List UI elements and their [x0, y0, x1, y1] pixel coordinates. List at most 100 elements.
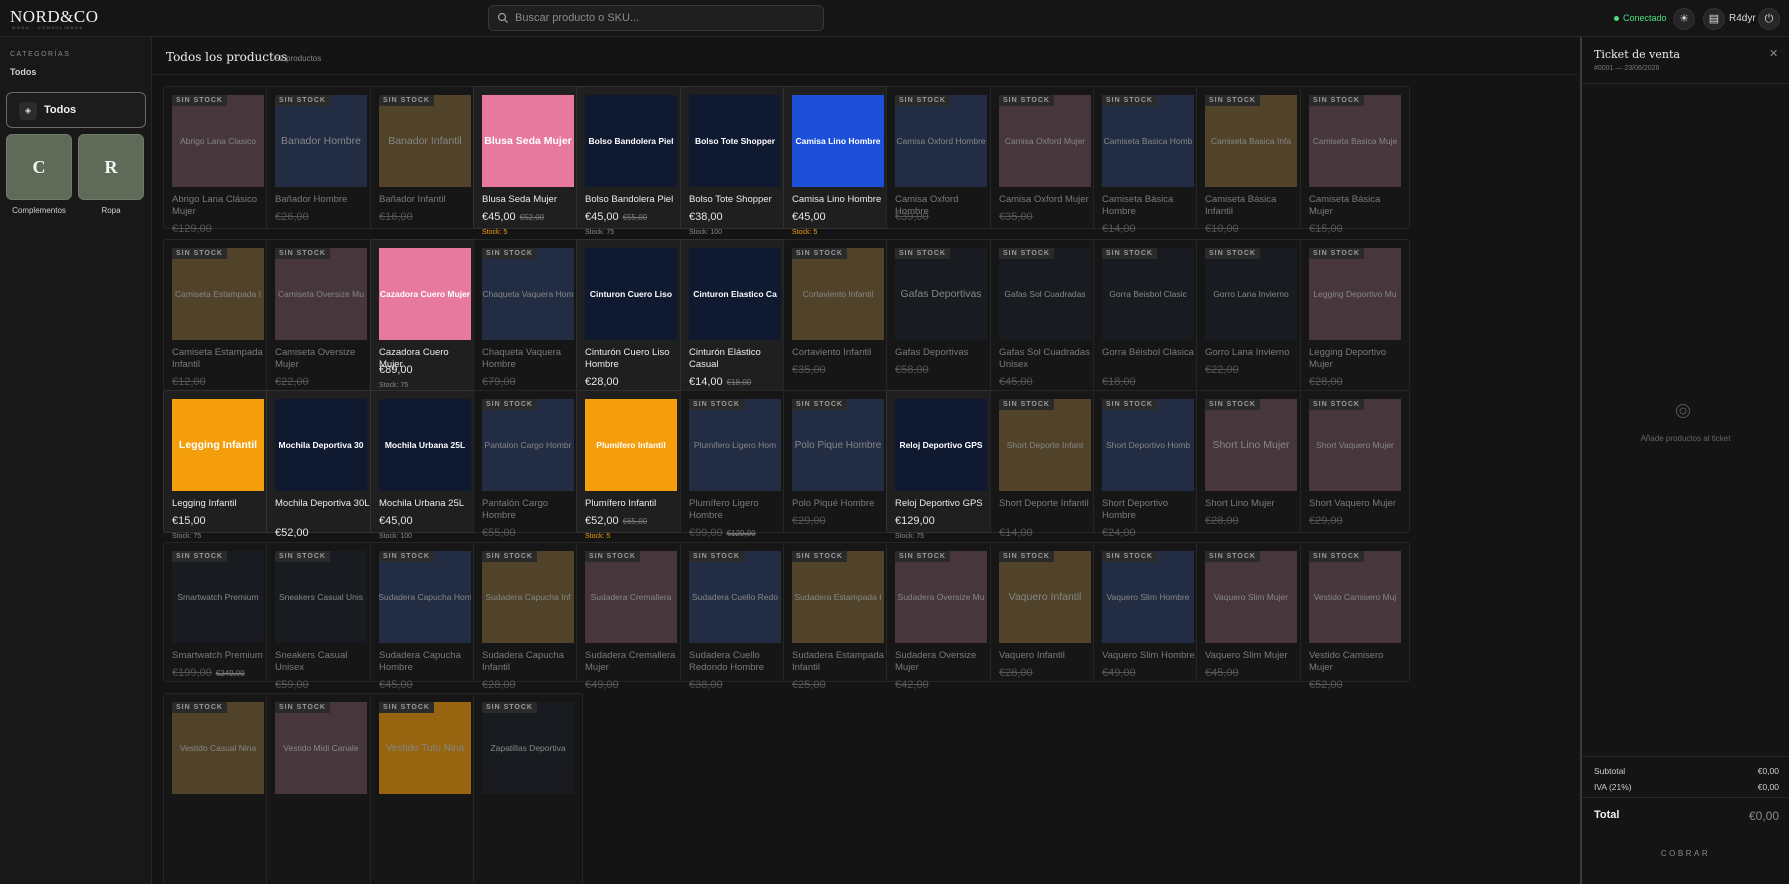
original-price: €52,00 [519, 213, 545, 222]
product-card[interactable]: Mochila Urbana 25L Mochila Urbana 25L €45,… [370, 390, 480, 540]
product-card[interactable]: Sudadera Cremallera SIN STOCK Sudadera Cre… [576, 542, 686, 691]
out-of-stock-badge: SIN STOCK [379, 95, 434, 106]
product-card[interactable]: Pantalon Cargo Hombr SIN STOCK Pantalón Ca… [473, 390, 583, 539]
category-complementos[interactable]: C Complementos [6, 134, 72, 222]
out-of-stock-badge: SIN STOCK [482, 248, 537, 259]
clipboard-button[interactable]: ▤ [1703, 8, 1725, 30]
product-image: Gorro Lana Invierno [1205, 248, 1297, 340]
product-card[interactable]: Cortaviento Infantil SIN STOCK Cortaviento… [783, 239, 893, 392]
product-card[interactable]: Short Deportivo Homb SIN STOCK Short Depor… [1093, 390, 1203, 539]
product-card[interactable]: Sudadera Oversize Mu SIN STOCK Sudadera Ov… [886, 542, 996, 691]
product-card[interactable]: Vestido Casual Nina SIN STOCK [163, 693, 273, 884]
product-image: Camisa Lino Hombre [792, 95, 884, 187]
product-card[interactable]: Camiseta Basica Muje SIN STOCK Camiseta Bá… [1300, 86, 1410, 235]
price-value: €52,00 [585, 515, 619, 527]
product-card[interactable]: Vaquero Slim Mujer SIN STOCK Vaquero Slim … [1196, 542, 1306, 682]
product-card[interactable]: Bolso Tote Shopper Bolso Tote Shopper €38,… [680, 86, 790, 236]
product-price: €199,00 €249,00 [172, 667, 245, 679]
stock-level: Stock: 5 [585, 533, 611, 540]
category-thumbnail: C [6, 134, 72, 200]
product-image: Banador Hombre [275, 95, 367, 187]
price-value: €12,00 [172, 376, 206, 388]
product-price: €45,00 [999, 376, 1033, 388]
product-card[interactable]: Banador Infantil SIN STOCK Bañador Infanti… [370, 86, 480, 229]
product-card[interactable]: Gafas Deportivas SIN STOCK Gafas Deportiva… [886, 239, 996, 392]
close-icon[interactable]: ✕ [1769, 47, 1778, 60]
product-card[interactable]: Sneakers Casual Unis SIN STOCK Sneakers Ca… [266, 542, 376, 691]
product-card[interactable]: Vestido Tutu Nina SIN STOCK [370, 693, 480, 884]
sales-ticket-panel: Ticket de venta #0001 — 23/06/2026 ✕ Aña… [1580, 37, 1789, 884]
product-card[interactable]: Short Lino Mujer SIN STOCK Short Lino Muje… [1196, 390, 1306, 533]
product-card[interactable]: Vestido Camisero Muj SIN STOCK Vestido Cam… [1300, 542, 1410, 691]
product-card[interactable]: Sudadera Cuello Redo SIN STOCK Sudadera Cu… [680, 542, 790, 691]
product-card[interactable]: Plumifero Ligero Hom SIN STOCK Plumífero L… [680, 390, 790, 539]
product-image: Camiseta Basica Homb [1102, 95, 1194, 187]
product-card[interactable]: Legging Deportivo Mu SIN STOCK Legging Dep… [1300, 239, 1410, 392]
product-card[interactable]: Sudadera Estampada I SIN STOCK Sudadera Es… [783, 542, 893, 691]
product-card[interactable]: Camisa Lino Hombre Camisa Lino Hombre €45,… [783, 86, 893, 236]
product-card[interactable]: Camiseta Basica Homb SIN STOCK Camiseta Bá… [1093, 86, 1203, 235]
product-card[interactable]: Short Deporte Infant SIN STOCK Short Depor… [990, 390, 1100, 539]
category-thumbnail: R [78, 134, 144, 200]
product-card[interactable]: Gafas Sol Cuadradas SIN STOCK Gafas Sol Cu… [990, 239, 1100, 392]
product-card[interactable]: Gorro Lana Invierno SIN STOCK Gorro Lana I… [1196, 239, 1306, 392]
product-image: Vaquero Slim Mujer [1205, 551, 1297, 643]
product-card[interactable]: Camiseta Estampada I SIN STOCK Camiseta Es… [163, 239, 273, 392]
product-card[interactable]: Plumifero Infantil Plumífero Infantil €52,… [576, 390, 686, 540]
out-of-stock-badge: SIN STOCK [482, 551, 537, 562]
product-card[interactable]: Gorra Beisbol Clasic SIN STOCK Gorra Béisb… [1093, 239, 1203, 392]
out-of-stock-badge: SIN STOCK [1205, 399, 1260, 410]
subtotal-value: €0,00 [1757, 766, 1779, 776]
product-card[interactable]: Cinturon Cuero Liso Cinturón Cuero Liso H… [576, 239, 686, 401]
product-card[interactable]: Cinturon Elastico Ca Cinturón Elástico Ca… [680, 239, 790, 401]
product-price: €42,00 [895, 679, 929, 691]
product-card[interactable]: Cazadora Cuero Mujer Cazadora Cuero Mujer… [370, 239, 480, 392]
product-image: Gorra Beisbol Clasic [1102, 248, 1194, 340]
product-image: Short Lino Mujer [1205, 399, 1297, 491]
product-card[interactable]: Camiseta Oversize Mu SIN STOCK Camiseta Ov… [266, 239, 376, 392]
product-name: Short Deportivo Hombre [1102, 498, 1169, 521]
product-price: €10,00 [1205, 223, 1239, 235]
theme-toggle-button[interactable]: ☀ [1673, 8, 1695, 30]
price-value: €42,00 [895, 679, 929, 691]
product-image: Cortaviento Infantil [792, 248, 884, 340]
product-card[interactable]: Bolso Bandolera Piel Bolso Bandolera Piel… [576, 86, 686, 236]
product-card[interactable]: Mochila Deportiva 30 Mochila Deportiva 30… [266, 390, 376, 552]
product-card[interactable]: Camisa Oxford Mujer SIN STOCK Camisa Oxfor… [990, 86, 1100, 229]
product-image: Plumifero Infantil [585, 399, 677, 491]
product-price: €39,00 [895, 211, 929, 223]
product-image: Short Vaquero Mujer [1309, 399, 1401, 491]
product-card[interactable]: Zapatillas Deportiva SIN STOCK [473, 693, 583, 884]
product-card[interactable]: Smartwatch Premium SIN STOCK Smartwatch Pr… [163, 542, 273, 682]
product-name: Plumífero Ligero Hombre [689, 498, 759, 521]
product-card[interactable]: Chaqueta Vaquera Hom SIN STOCK Chaqueta Va… [473, 239, 583, 392]
product-card[interactable]: Vestido Midi Canale SIN STOCK [266, 693, 376, 884]
product-card[interactable]: Vaquero Slim Hombre SIN STOCK Vaquero Slim… [1093, 542, 1203, 682]
product-card[interactable]: Short Vaquero Mujer SIN STOCK Short Vaquer… [1300, 390, 1410, 533]
product-card[interactable]: Abrigo Lana Clasico SIN STOCK Abrigo Lana … [163, 86, 273, 235]
product-name: Mochila Deportiva 30L [275, 498, 370, 509]
search-bar[interactable] [488, 5, 824, 31]
category-ropa[interactable]: R Ropa [78, 134, 144, 222]
product-card[interactable]: Polo Pique Hombre SIN STOCK Polo Piqué Hom… [783, 390, 893, 533]
product-card[interactable]: Blusa Seda Mujer Blusa Seda Mujer €45,00 €5… [473, 86, 583, 236]
app-logo[interactable]: NORD&CO [10, 7, 99, 27]
product-card[interactable]: Sudadera Capucha Hom SIN STOCK Sudadera Ca… [370, 542, 480, 691]
category-all-button[interactable]: ◈ Todos [6, 92, 146, 128]
logout-button[interactable]: ⏻ [1758, 8, 1780, 30]
product-card[interactable]: Vaquero Infantil SIN STOCK Vaquero Infanti… [990, 542, 1100, 682]
price-value: €38,00 [689, 211, 723, 223]
cobrar-button[interactable]: COBRAR [1582, 849, 1789, 858]
price-value: €28,00 [1205, 515, 1239, 527]
product-card[interactable]: Reloj Deportivo GPS Reloj Deportivo GPS €1… [886, 390, 996, 540]
product-card[interactable]: Legging Infantil Legging Infantil €15,00 St… [163, 390, 273, 540]
product-card[interactable]: Camiseta Basica Infa SIN STOCK Camiseta Bá… [1196, 86, 1306, 235]
search-input[interactable] [515, 6, 815, 30]
product-name: Vaquero Infantil [999, 650, 1065, 661]
price-value: €58,00 [895, 364, 929, 376]
product-card[interactable]: Banador Hombre SIN STOCK Bañador Hombre €26… [266, 86, 376, 229]
product-card[interactable]: Sudadera Capucha Inf SIN STOCK Sudadera Ca… [473, 542, 583, 691]
product-name: Pantalón Cargo Hombre [482, 498, 549, 521]
product-card[interactable]: Camisa Oxford Hombre SIN STOCK Camisa Oxfo… [886, 86, 996, 229]
ticket-title: Ticket de venta [1594, 48, 1680, 61]
